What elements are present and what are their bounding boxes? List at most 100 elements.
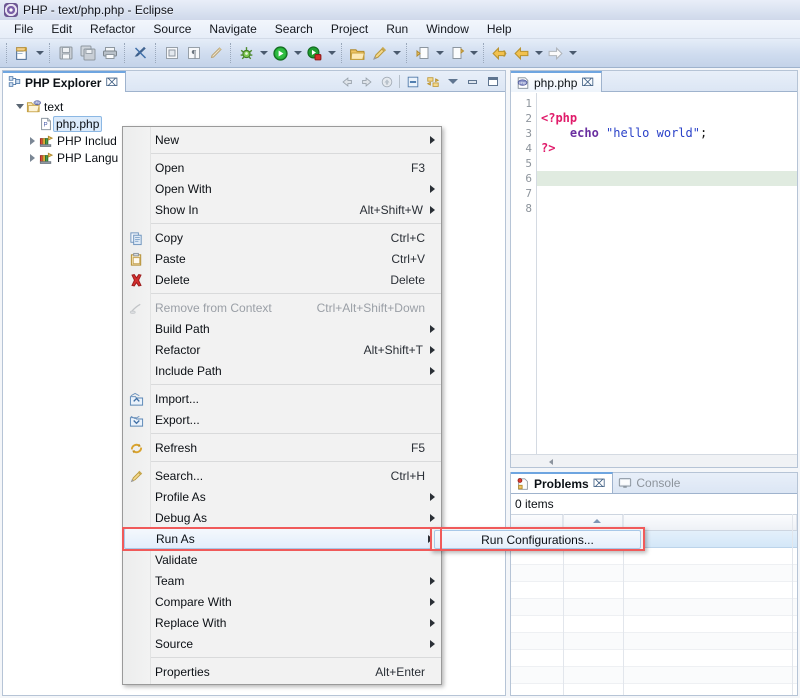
menu-item-open[interactable]: OpenF3 xyxy=(123,157,441,178)
view-menu-icon[interactable] xyxy=(444,73,461,90)
tab-php-explorer[interactable]: PHP Explorer ⌧ xyxy=(3,71,126,92)
menu-item-search[interactable]: Search...Ctrl+H xyxy=(123,465,441,486)
problems-column-path[interactable] xyxy=(623,515,797,530)
menu-run[interactable]: Run xyxy=(377,20,417,38)
menu-edit[interactable]: Edit xyxy=(42,20,81,38)
menu-item-profile-as[interactable]: Profile As xyxy=(123,486,441,507)
save-all-icon[interactable] xyxy=(77,43,98,64)
expand-twisty-icon[interactable] xyxy=(26,137,39,145)
open-type-icon[interactable] xyxy=(347,43,368,64)
tab-problems[interactable]: Problems ⌧ xyxy=(511,472,613,493)
menu-file[interactable]: File xyxy=(5,20,42,38)
menu-item-import[interactable]: Import... xyxy=(123,388,441,409)
table-row[interactable] xyxy=(511,599,797,616)
menu-item-copy[interactable]: CopyCtrl+C xyxy=(123,227,441,248)
backward-history-icon[interactable] xyxy=(511,43,532,64)
context-menu-list[interactable]: New OpenF3Open WithShow InAlt+Shift+W Copy… xyxy=(123,127,441,684)
menu-item-shortcut: Alt+Shift+W xyxy=(360,203,423,217)
next-annotation-dropdown-icon[interactable] xyxy=(434,43,445,64)
menu-item-run-configurations[interactable]: Run Configurations... xyxy=(434,530,641,549)
menu-item-export[interactable]: Export... xyxy=(123,409,441,430)
menu-item-properties[interactable]: PropertiesAlt+Enter xyxy=(123,661,441,682)
previous-annotation-dropdown-icon[interactable] xyxy=(468,43,479,64)
expand-twisty-icon[interactable] xyxy=(26,154,39,162)
menu-bar[interactable]: File Edit Refactor Source Navigate Searc… xyxy=(0,20,800,39)
table-row[interactable] xyxy=(511,667,797,684)
editor-horizontal-scrollbar[interactable] xyxy=(511,454,797,467)
search-icon[interactable] xyxy=(369,43,390,64)
run-dropdown-icon[interactable] xyxy=(292,43,303,64)
code-text[interactable]: <?php echo "hello world";?> xyxy=(537,93,797,467)
menu-item-include-path[interactable]: Include Path xyxy=(123,360,441,381)
run-last-tool-dropdown-icon[interactable] xyxy=(326,43,337,64)
debug-icon[interactable] xyxy=(236,43,257,64)
menu-search[interactable]: Search xyxy=(266,20,322,38)
menu-project[interactable]: Project xyxy=(322,20,377,38)
menu-item-show-in[interactable]: Show InAlt+Shift+W xyxy=(123,199,441,220)
menu-window[interactable]: Window xyxy=(417,20,478,38)
menu-source[interactable]: Source xyxy=(144,20,200,38)
code-area[interactable]: 1 2 3 4 5 6 7 8 <?php echo "hello world"… xyxy=(511,93,797,467)
menu-item-open-with[interactable]: Open With xyxy=(123,178,441,199)
table-row[interactable] xyxy=(511,650,797,667)
tab-console[interactable]: Console xyxy=(613,472,687,493)
minimize-icon[interactable] xyxy=(464,73,481,90)
search-dropdown-icon[interactable] xyxy=(391,43,402,64)
menu-item-source[interactable]: Source xyxy=(123,633,441,654)
menu-item-compare-with[interactable]: Compare With xyxy=(123,591,441,612)
menu-item-refactor[interactable]: RefactorAlt+Shift+T xyxy=(123,339,441,360)
run-last-tool-icon[interactable] xyxy=(304,43,325,64)
new-wizard-icon[interactable] xyxy=(12,43,33,64)
backward-history-dropdown-icon[interactable] xyxy=(533,43,544,64)
scroll-left-arrow-icon[interactable] xyxy=(547,457,555,466)
link-with-editor-icon[interactable] xyxy=(424,73,441,90)
menu-item-build-path[interactable]: Build Path xyxy=(123,318,441,339)
close-icon[interactable]: ⌧ xyxy=(593,477,606,490)
back-icon[interactable] xyxy=(489,43,510,64)
next-annotation-icon[interactable] xyxy=(412,43,433,64)
menu-item-replace-with[interactable]: Replace With xyxy=(123,612,441,633)
toggle-block-selection-icon[interactable] xyxy=(161,43,182,64)
run-icon[interactable] xyxy=(270,43,291,64)
run-as-submenu[interactable]: Run Configurations... xyxy=(430,527,645,551)
menu-item-refresh[interactable]: RefreshF5 xyxy=(123,437,441,458)
new-wizard-dropdown-icon[interactable] xyxy=(34,43,45,64)
forward-history-icon[interactable] xyxy=(545,43,566,64)
context-menu[interactable]: New OpenF3Open WithShow InAlt+Shift+W Copy… xyxy=(122,126,442,685)
up-icon[interactable] xyxy=(378,73,395,90)
close-icon[interactable]: ⌧ xyxy=(105,76,118,89)
back-icon[interactable] xyxy=(338,73,355,90)
menu-item-new[interactable]: New xyxy=(123,129,441,150)
previous-annotation-icon[interactable] xyxy=(446,43,467,64)
expand-twisty-icon[interactable] xyxy=(13,104,26,109)
table-row[interactable] xyxy=(511,565,797,582)
debug-dropdown-icon[interactable] xyxy=(258,43,269,64)
table-row[interactable] xyxy=(511,633,797,650)
menu-item-validate[interactable]: Validate xyxy=(123,549,441,570)
menu-item-debug-as[interactable]: Debug As xyxy=(123,507,441,528)
menu-item-run-as[interactable]: Run As xyxy=(124,528,440,549)
menu-item-team[interactable]: Team xyxy=(123,570,441,591)
print-icon[interactable] xyxy=(99,43,120,64)
php-explorer-icon xyxy=(8,75,21,91)
maximize-icon[interactable] xyxy=(484,73,501,90)
table-row[interactable] xyxy=(511,684,797,695)
tab-php-php[interactable]: php php.php ⌧ xyxy=(511,71,602,92)
close-icon[interactable]: ⌧ xyxy=(581,76,594,89)
table-row[interactable] xyxy=(511,616,797,633)
forward-history-dropdown-icon[interactable] xyxy=(567,43,578,64)
skip-all-breakpoints-icon[interactable] xyxy=(130,43,151,64)
menu-help[interactable]: Help xyxy=(478,20,521,38)
paste-icon xyxy=(128,251,144,267)
menu-item-delete[interactable]: DeleteDelete xyxy=(123,269,441,290)
menu-item-paste[interactable]: PasteCtrl+V xyxy=(123,248,441,269)
collapse-all-icon[interactable] xyxy=(404,73,421,90)
toggle-mark-occurrences-icon[interactable] xyxy=(205,43,226,64)
menu-navigate[interactable]: Navigate xyxy=(200,20,265,38)
menu-refactor[interactable]: Refactor xyxy=(81,20,144,38)
forward-icon[interactable] xyxy=(358,73,375,90)
tree-item-text[interactable]: php text xyxy=(3,98,505,115)
save-icon[interactable] xyxy=(55,43,76,64)
show-whitespace-icon[interactable]: ¶ xyxy=(183,43,204,64)
table-row[interactable] xyxy=(511,582,797,599)
